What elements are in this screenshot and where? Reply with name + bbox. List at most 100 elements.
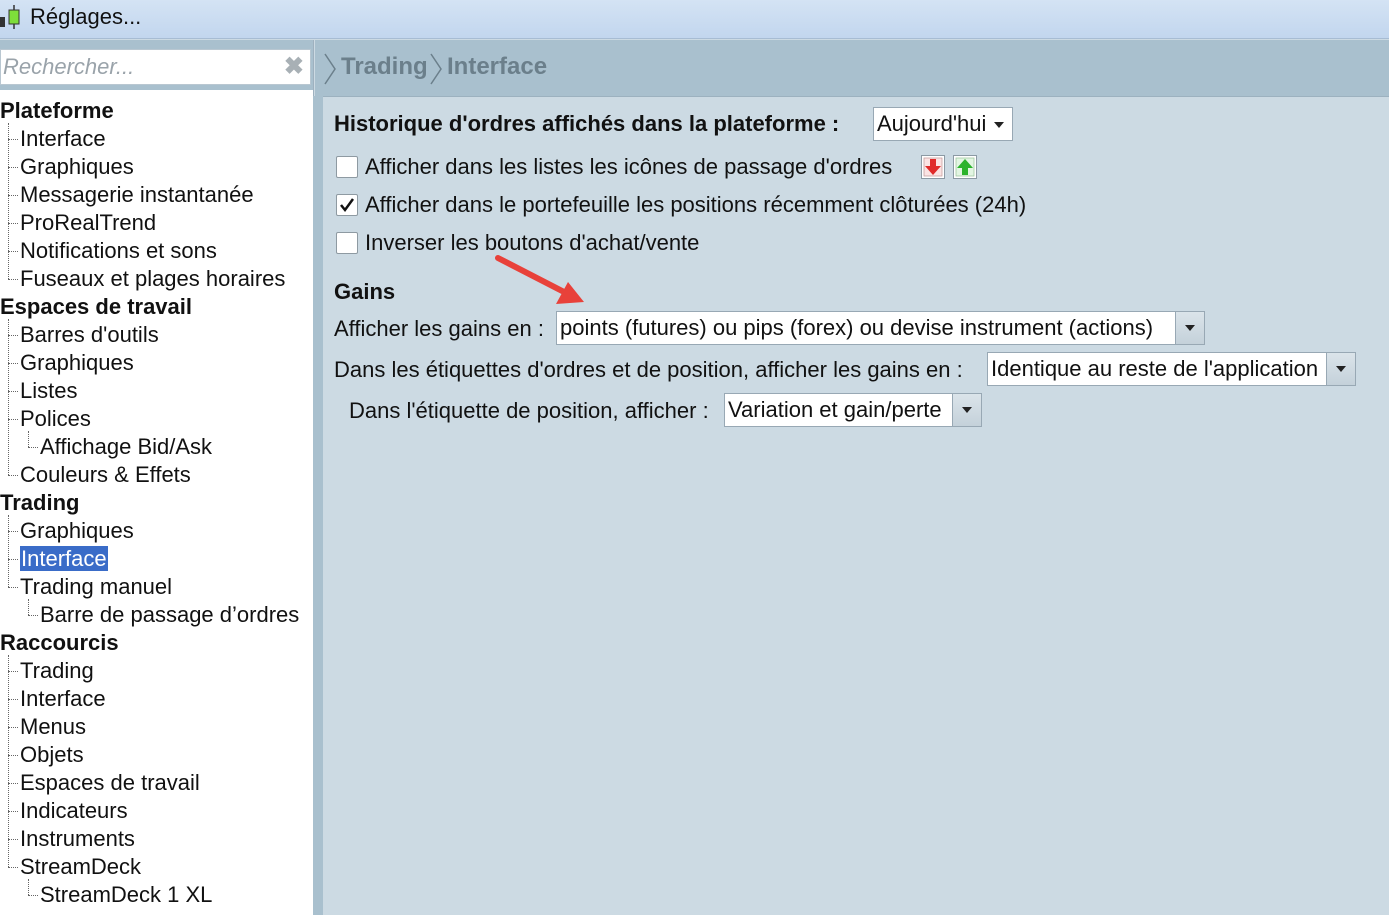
tree-connector bbox=[8, 475, 18, 476]
tree-item[interactable]: Trading bbox=[20, 657, 94, 685]
tree-item[interactable]: Fuseaux et plages horaires bbox=[20, 265, 285, 293]
label-gains-select[interactable]: Identique au reste de l'application bbox=[987, 352, 1356, 386]
tree-item[interactable]: Graphiques bbox=[20, 153, 134, 181]
tree-item[interactable]: Graphiques bbox=[20, 517, 134, 545]
tree-item-label: Listes bbox=[20, 378, 78, 403]
tree-connector bbox=[8, 867, 18, 868]
tree-item[interactable]: Polices bbox=[20, 405, 91, 433]
tree-connector bbox=[28, 431, 29, 447]
annotation-arrow-icon bbox=[495, 255, 584, 304]
tree-item[interactable]: StreamDeck 1 XL bbox=[40, 881, 212, 909]
tree-item[interactable]: StreamDeck bbox=[20, 853, 141, 881]
label-gains-label: Dans les étiquettes d'ordres et de posit… bbox=[334, 357, 963, 382]
tree-item[interactable]: Listes bbox=[20, 377, 77, 405]
tree-connector bbox=[8, 167, 18, 168]
search-input[interactable] bbox=[3, 52, 273, 82]
tree-item-label: StreamDeck 1 XL bbox=[40, 882, 213, 907]
tree-connector bbox=[8, 419, 18, 420]
gains-heading: Gains bbox=[334, 279, 396, 304]
chevron-down-icon bbox=[994, 122, 1004, 128]
tree-item[interactable]: Notifications et sons bbox=[20, 237, 217, 265]
candlestick-app-icon bbox=[0, 5, 20, 29]
tree-connector bbox=[8, 699, 18, 700]
breadcrumb-item-interface[interactable]: Interface bbox=[447, 53, 547, 81]
search-row: ✖ bbox=[0, 40, 313, 90]
label-gains-value: Identique au reste de l'application bbox=[991, 356, 1319, 381]
sell-order-icon bbox=[921, 155, 945, 179]
tree-item[interactable]: ProRealTrend bbox=[20, 209, 156, 237]
tree-item-label: Notifications et sons bbox=[20, 238, 217, 263]
show-order-icons-checkbox[interactable] bbox=[336, 156, 358, 178]
show-closed-positions-label: Afficher dans le portefeuille les positi… bbox=[365, 192, 1027, 217]
tree-item[interactable]: Interface bbox=[20, 685, 106, 713]
tree-item-label: Menus bbox=[20, 714, 87, 739]
tree-item-label: StreamDeck bbox=[20, 854, 142, 879]
tree-item-label: Graphiques bbox=[20, 518, 134, 543]
dropdown-button[interactable] bbox=[1175, 312, 1204, 344]
tree-item[interactable]: Barres d'outils bbox=[20, 321, 159, 349]
tree-item-label: Graphiques bbox=[20, 154, 134, 179]
tree-connector bbox=[28, 447, 38, 448]
tree-item[interactable]: Graphiques bbox=[20, 349, 134, 377]
gains-unit-label: Afficher les gains en : bbox=[334, 316, 544, 341]
tree-connector bbox=[8, 531, 18, 532]
dropdown-button[interactable] bbox=[1326, 353, 1355, 385]
tree-item[interactable]: Affichage Bid/Ask bbox=[40, 433, 212, 461]
tree-item-label: Affichage Bid/Ask bbox=[40, 434, 213, 459]
tree-item[interactable]: Instruments bbox=[20, 825, 135, 853]
show-closed-positions-checkbox[interactable] bbox=[336, 194, 358, 216]
tree-connector bbox=[8, 587, 18, 588]
tree-item-label: Trading bbox=[20, 658, 94, 683]
tree-item[interactable]: Menus bbox=[20, 713, 86, 741]
position-label-select[interactable]: Variation et gain/perte bbox=[724, 393, 982, 427]
dropdown-button[interactable] bbox=[952, 394, 981, 426]
tree-connector bbox=[8, 811, 18, 812]
tree-category[interactable]: Plateforme bbox=[0, 97, 114, 125]
tree-item[interactable]: Interface bbox=[20, 545, 108, 573]
tree-category[interactable]: Raccourcis bbox=[0, 629, 119, 657]
clear-search-icon[interactable]: ✖ bbox=[284, 55, 304, 79]
tree-item[interactable]: Espaces de travail bbox=[20, 769, 200, 797]
tree-item[interactable]: Messagerie instantanée bbox=[20, 181, 254, 209]
pane-splitter[interactable] bbox=[313, 96, 323, 915]
position-label-value: Variation et gain/perte bbox=[728, 397, 942, 422]
order-history-value: Aujourd'hui bbox=[877, 111, 987, 136]
tree-item-label: Fuseaux et plages horaires bbox=[20, 266, 286, 291]
tree-item-label: Barres d'outils bbox=[20, 322, 159, 347]
tree-connector bbox=[8, 391, 18, 392]
tree-item-label: Instruments bbox=[20, 826, 135, 851]
tree-item[interactable]: Objets bbox=[20, 741, 84, 769]
tree-item[interactable]: Trading manuel bbox=[20, 573, 172, 601]
breadcrumb-item-trading[interactable]: Trading bbox=[341, 53, 428, 81]
show-order-icons-label: Afficher dans les listes les icônes de p… bbox=[365, 154, 893, 179]
tree-item[interactable]: Couleurs & Effets bbox=[20, 461, 191, 489]
tree-connector bbox=[8, 727, 18, 728]
tree-item-label: Indicateurs bbox=[20, 798, 128, 823]
tree-connector bbox=[28, 599, 29, 615]
settings-content: Historique d'ordres affichés dans la pla… bbox=[323, 97, 1389, 915]
tree-connector bbox=[8, 279, 18, 280]
tree-item[interactable]: Barre de passage d’ordres bbox=[40, 601, 299, 629]
tree-item-label: Couleurs & Effets bbox=[20, 462, 191, 487]
tree-item-label: Polices bbox=[20, 406, 91, 431]
tree-item-label: Trading bbox=[0, 490, 80, 515]
tree-connector bbox=[8, 363, 18, 364]
invert-buttons-checkbox[interactable] bbox=[336, 232, 358, 254]
tree-connector bbox=[8, 335, 18, 336]
tree-connector bbox=[8, 515, 9, 587]
tree-connector bbox=[8, 195, 18, 196]
tree-item-label: Objets bbox=[20, 742, 84, 767]
tree-connector bbox=[28, 879, 29, 895]
tree-item[interactable]: Indicateurs bbox=[20, 797, 128, 825]
tree-connector bbox=[8, 123, 9, 279]
tree-item-label: Interface bbox=[20, 126, 106, 151]
tree-item[interactable]: Interface bbox=[20, 125, 106, 153]
chevron-right-icon bbox=[324, 53, 336, 85]
tree-connector bbox=[8, 783, 18, 784]
gains-unit-select[interactable]: points (futures) ou pips (forex) ou devi… bbox=[556, 311, 1205, 345]
tree-category[interactable]: Trading bbox=[0, 489, 79, 517]
order-history-select[interactable]: Aujourd'hui bbox=[873, 107, 1013, 141]
tree-connector bbox=[8, 839, 18, 840]
tree-item-label: Interface bbox=[20, 546, 108, 571]
tree-category[interactable]: Espaces de travail bbox=[0, 293, 192, 321]
